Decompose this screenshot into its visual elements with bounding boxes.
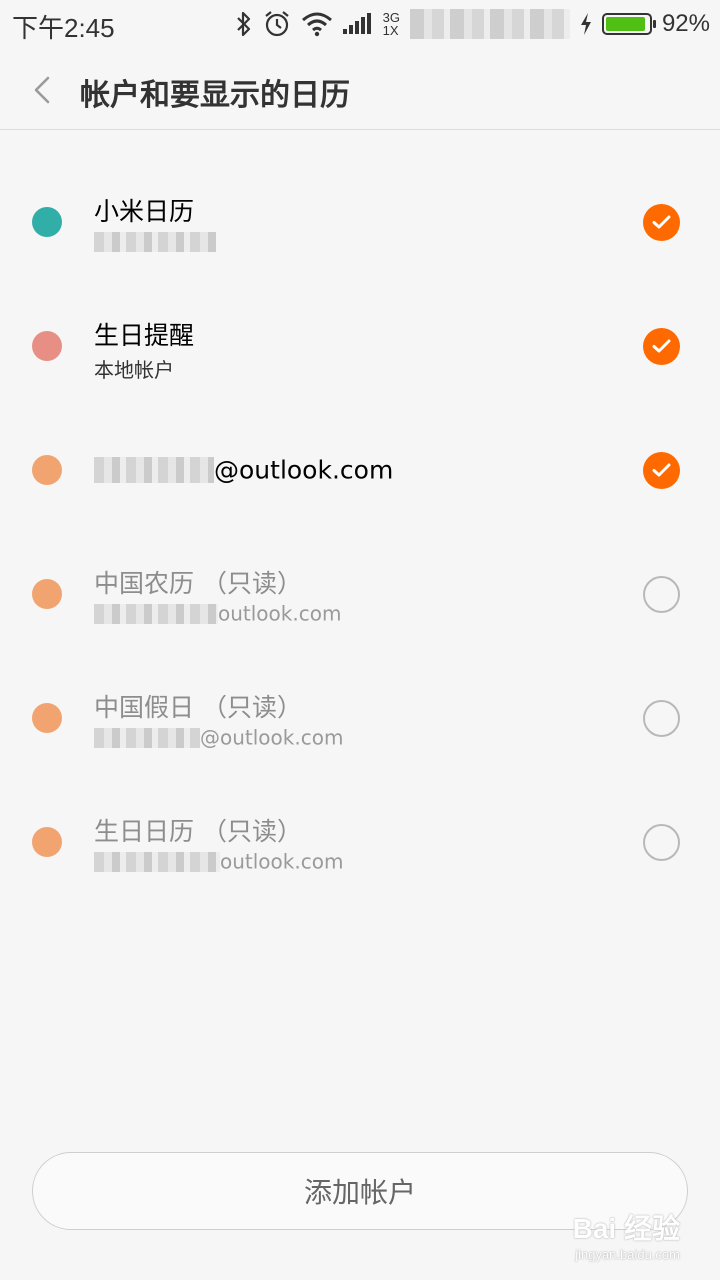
redacted-text: [94, 851, 220, 872]
check-icon: [652, 339, 671, 353]
calendar-row-birthday-reminder[interactable]: 生日提醒 本地帐户: [0, 282, 720, 406]
calendar-color-dot: [32, 331, 62, 361]
calendar-color-dot: [32, 455, 62, 485]
status-bar: 下午2:45 3G 1X 92%: [0, 0, 720, 50]
battery-percent: 92%: [661, 10, 710, 37]
calendar-subtitle-row: outlook.com: [94, 848, 343, 874]
calendar-color-dot: [32, 207, 62, 237]
calendar-checkbox[interactable]: [643, 700, 680, 737]
calendar-checkbox[interactable]: [643, 204, 680, 241]
alarm-icon: [263, 10, 291, 38]
charging-icon: [580, 13, 592, 35]
calendar-row-holidays[interactable]: 中国假日 （只读） @outlook.com: [0, 654, 720, 778]
watermark-main: Bai 经验: [572, 1213, 680, 1244]
signal-icon: [342, 13, 373, 35]
calendar-title: 生日提醒: [94, 321, 195, 350]
battery-icon: [601, 13, 656, 35]
status-time: 下午2:45: [12, 13, 115, 43]
redacted-text: [94, 457, 214, 483]
check-icon: [652, 463, 671, 477]
calendar-title: 中国农历 （只读）: [94, 569, 302, 598]
network-type: 3G 1X: [382, 10, 400, 38]
baidu-watermark: Bai 经验 jingyan.baidu.com: [573, 1207, 680, 1262]
calendar-title: 小米日历: [94, 197, 195, 226]
battery-fill: [605, 17, 645, 31]
calendar-row-outlook[interactable]: @outlook.com: [0, 406, 720, 530]
calendar-title-row: @outlook.com: [94, 454, 393, 485]
bluetooth-icon: [235, 10, 253, 38]
watermark-sub: jingyan.baidu.com: [575, 1247, 680, 1262]
status-icons: 3G 1X 92%: [235, 6, 710, 42]
calendar-checkbox[interactable]: [643, 452, 680, 489]
calendar-row-lunar[interactable]: 中国农历 （只读） outlook.com: [0, 530, 720, 654]
calendar-checkbox[interactable]: [643, 328, 680, 365]
calendar-subtitle: 本地帐户: [94, 358, 174, 382]
wifi-icon: [301, 11, 333, 37]
calendar-row-xiaomi[interactable]: 小米日历: [0, 158, 720, 282]
calendar-checkbox[interactable]: [643, 576, 680, 613]
calendar-subtitle: outlook.com: [220, 849, 344, 874]
calendar-subtitle-row: @outlook.com: [94, 724, 343, 750]
calendar-title: 中国假日 （只读）: [94, 693, 302, 722]
calendar-subtitle-redacted: [94, 228, 216, 252]
calendar-color-dot: [32, 579, 62, 609]
check-icon: [652, 215, 671, 229]
calendar-subtitle: @outlook.com: [200, 725, 344, 750]
header: 帐户和要显示的日历: [0, 50, 720, 130]
back-button[interactable]: [24, 70, 64, 110]
calendar-subtitle: outlook.com: [218, 601, 342, 626]
redacted-carrier: [409, 9, 570, 39]
calendar-title: 生日日历 （只读）: [94, 817, 302, 846]
redacted-text: [94, 603, 218, 624]
calendar-checkbox[interactable]: [643, 824, 680, 861]
calendar-title: @outlook.com: [214, 455, 394, 485]
calendar-subtitle-row: outlook.com: [94, 600, 341, 626]
calendar-color-dot: [32, 703, 62, 733]
chevron-left-icon: [24, 76, 64, 114]
calendar-row-birthdays[interactable]: 生日日历 （只读） outlook.com: [0, 778, 720, 902]
redacted-text: [94, 727, 200, 748]
page-title: 帐户和要显示的日历: [80, 78, 350, 113]
redacted-text: [94, 231, 216, 252]
calendar-color-dot: [32, 827, 62, 857]
